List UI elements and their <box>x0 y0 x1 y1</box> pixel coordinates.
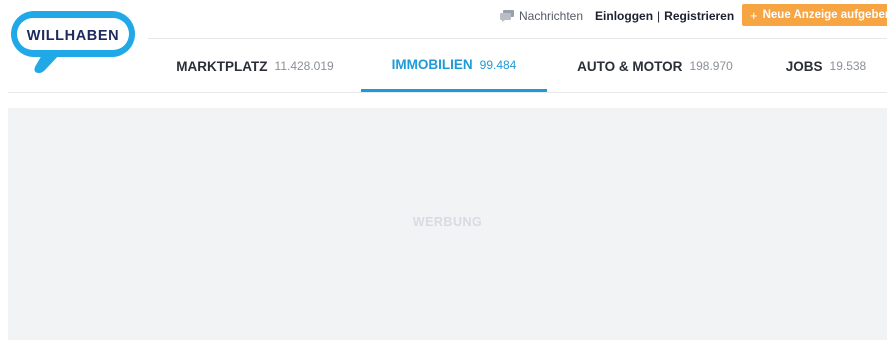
register-link[interactable]: Registrieren <box>664 9 734 23</box>
new-ad-button[interactable]: + Neue Anzeige aufgeben <box>742 4 887 26</box>
tab-count: 198.970 <box>689 59 733 73</box>
tab-jobs[interactable]: JOBS 19.538 <box>778 40 874 92</box>
tab-count: 19.538 <box>829 59 867 73</box>
top-bar: Nachrichten Einloggen | Registrieren <box>500 6 734 26</box>
tab-label: AUTO & MOTOR <box>577 58 683 74</box>
login-link[interactable]: Einloggen <box>595 9 653 23</box>
nav-divider <box>8 92 887 93</box>
tab-auto-motor[interactable]: AUTO & MOTOR 198.970 <box>566 40 744 92</box>
advertisement-banner[interactable]: WERBUNG <box>8 108 887 340</box>
category-nav: MARKTPLATZ 11.428.019 IMMOBILIEN 99.484 … <box>0 40 887 92</box>
new-ad-label: Neue Anzeige aufgeben <box>762 9 887 21</box>
plus-icon: + <box>750 7 758 23</box>
header-separator: | <box>657 9 661 23</box>
tab-immobilien[interactable]: IMMOBILIEN 99.484 <box>361 40 547 92</box>
chat-bubbles-icon[interactable] <box>500 10 514 22</box>
tab-label: JOBS <box>785 58 823 74</box>
tab-count: 99.484 <box>479 57 517 72</box>
tab-label: IMMOBILIEN <box>391 57 473 72</box>
messages-link[interactable]: Nachrichten <box>519 9 583 23</box>
tab-marktplatz[interactable]: MARKTPLATZ 11.428.019 <box>168 40 342 92</box>
tab-count: 11.428.019 <box>274 59 334 73</box>
tab-label: MARKTPLATZ <box>176 58 268 74</box>
header-divider <box>148 38 887 39</box>
advertisement-label: WERBUNG <box>412 214 483 229</box>
